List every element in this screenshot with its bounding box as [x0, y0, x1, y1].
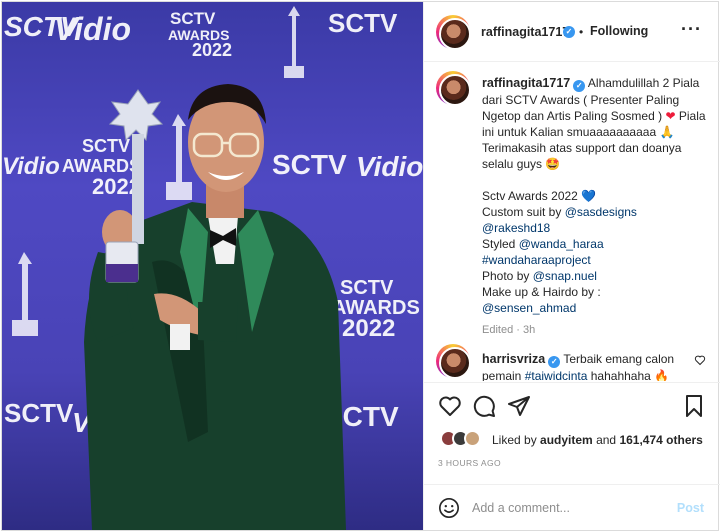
like-heart-icon[interactable]: [438, 394, 462, 418]
pray-emoji: 🙏: [659, 125, 675, 139]
backdrop-awards-right-1: SCTV: [340, 277, 394, 299]
backdrop-logo-vidio-top: Vidio: [54, 11, 131, 47]
blue-heart-emoji: 💙: [581, 189, 597, 203]
header-separator: •: [579, 25, 584, 39]
fire-emoji: 🔥: [654, 369, 670, 381]
photo-illustration: SCTV Vidio SCTV AWARDS 2022 SCTV Vidio S…: [2, 6, 423, 530]
styled-label: Styled: [482, 237, 516, 251]
mention-sasdesigns[interactable]: @sasdesigns: [565, 205, 637, 219]
backdrop-awards-mid-1: SCTV: [82, 136, 130, 156]
backdrop-logo-sctv-low: SCTV: [4, 398, 74, 428]
backdrop-awards-mid-2: AWARDS: [62, 156, 141, 176]
verified-badge-icon: ✓: [548, 356, 561, 368]
author-username[interactable]: raffinagita1717: [481, 25, 569, 39]
caption-line3: Terimakasih atas support dan doanya sela…: [482, 141, 682, 171]
likes-count[interactable]: 161,474 others: [619, 433, 702, 447]
more-options-icon[interactable]: ···: [681, 19, 702, 40]
post-header: raffinagita1717 ✓ • Following ···: [424, 2, 720, 62]
verified-badge-icon: ✓: [573, 80, 586, 92]
commenter-username[interactable]: harrisvriza: [482, 352, 545, 366]
caption-avatar[interactable]: [436, 71, 471, 106]
post-timestamp[interactable]: 3 HOURS AGO: [438, 458, 501, 468]
comments-section: raffinagita1717 ✓ Alhamdulillah 2 Piala d…: [424, 63, 720, 381]
red-heart-emoji: ❤: [665, 109, 676, 123]
suit-label: Custom suit by: [482, 205, 562, 219]
backdrop-logo-sctv-mid: SCTV: [272, 149, 347, 180]
backdrop-logo-sctv-top-right: SCTV: [328, 8, 398, 38]
backdrop-awards-top-1: SCTV: [170, 9, 216, 28]
backdrop-awards-right-3: 2022: [342, 315, 395, 342]
following-button[interactable]: Following: [590, 24, 648, 38]
liker-username[interactable]: audyitem: [540, 433, 593, 447]
backdrop-awards-top-3: 2022: [192, 40, 232, 60]
likes-prefix: Liked by: [492, 433, 537, 447]
likes-text: Liked by audyitem and 161,474 others: [492, 433, 703, 447]
caption-username[interactable]: raffinagita1717: [482, 76, 570, 90]
mention-snap-nuel[interactable]: @snap.nuel: [533, 269, 597, 283]
verified-badge-icon: ✓: [563, 26, 575, 38]
caption-text: raffinagita1717 ✓ Alhamdulillah 2 Piala d…: [482, 75, 710, 338]
hashtag-taiwidcinta[interactable]: #taiwidcinta: [525, 369, 588, 381]
bookmark-icon[interactable]: [682, 394, 706, 418]
comment-body-b: hahahhaha: [590, 369, 651, 381]
post-side-panel: raffinagita1717 ✓ • Following ··· raffin…: [423, 2, 720, 530]
caption-meta: Edited · 3h: [482, 324, 536, 336]
comment-text: harrisvriza ✓ Terbaik emang calon pemain …: [482, 351, 696, 381]
author-avatar[interactable]: [436, 15, 471, 50]
photo-label: Photo by: [482, 269, 530, 283]
likes-summary: Liked by audyitem and 161,474 others: [440, 430, 710, 450]
post-comment-button[interactable]: Post: [677, 501, 704, 515]
liker-avatar[interactable]: [464, 430, 481, 447]
emoji-picker-icon[interactable]: [438, 497, 460, 519]
mention-sensen-ahmad[interactable]: @sensen_ahmad: [482, 301, 576, 315]
mention-wanda-haraa[interactable]: @wanda_haraa: [519, 237, 604, 251]
add-comment-bar: Post: [424, 484, 720, 530]
likes-joiner: and: [596, 433, 617, 447]
makeup-label: Make up & Hairdo by :: [482, 285, 601, 299]
caption-awards: Sctv Awards 2022: [482, 189, 578, 203]
hashtag-wandaharaaproject[interactable]: #wandaharaaproject: [482, 253, 591, 267]
backdrop-logo-vidio-left: Vidio: [2, 153, 60, 180]
comment-bubble-icon[interactable]: [472, 394, 496, 418]
star-eyes-emoji: 🤩: [545, 157, 561, 171]
add-comment-input[interactable]: [472, 497, 662, 519]
comment-like-heart-icon[interactable]: [694, 354, 706, 366]
commenter-avatar[interactable]: [436, 344, 471, 379]
post-photo[interactable]: SCTV Vidio SCTV AWARDS 2022 SCTV Vidio S…: [2, 2, 423, 530]
mention-rakeshd18[interactable]: @rakeshd18: [482, 221, 550, 235]
share-plane-icon[interactable]: [507, 394, 531, 418]
backdrop-logo-vidio-right: Vidio: [356, 151, 423, 182]
action-bar: [424, 382, 720, 426]
instagram-post: SCTV Vidio SCTV AWARDS 2022 SCTV Vidio S…: [1, 1, 720, 531]
